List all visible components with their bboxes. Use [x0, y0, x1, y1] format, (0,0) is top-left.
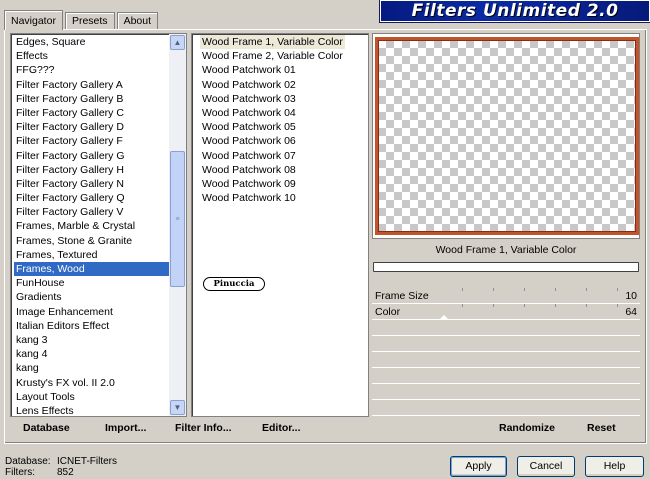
pinuccia-watermark: Pinuccia — [203, 277, 265, 291]
empty-param-row — [372, 320, 640, 336]
progress-bar — [373, 262, 639, 272]
scroll-thumb[interactable]: ≡ — [170, 151, 185, 287]
filter-item[interactable]: Wood Patchwork 01 — [200, 63, 345, 77]
category-items: Edges, Square Effects FFG??? Filter Factory… — [14, 35, 170, 416]
category-item[interactable]: Image Enhancement — [14, 305, 170, 319]
filter-item[interactable]: Wood Patchwork 04 — [200, 106, 345, 120]
filter-item[interactable]: Wood Frame 1, Variable Color — [200, 35, 345, 50]
category-list[interactable]: Edges, Square Effects FFG??? Filter Factory… — [10, 33, 187, 417]
category-item[interactable]: Lens Effects — [14, 404, 170, 416]
tab-presets[interactable]: Presets — [64, 12, 115, 29]
randomize-button[interactable]: Randomize — [499, 422, 555, 434]
category-item[interactable]: Effects — [14, 49, 170, 63]
category-item[interactable]: Filter Factory Gallery B — [14, 92, 170, 106]
category-item[interactable]: Filter Factory Gallery C — [14, 106, 170, 120]
empty-param-row — [372, 400, 640, 416]
grip-icon: ≡ — [175, 215, 180, 223]
category-item[interactable]: Frames, Marble & Crystal — [14, 219, 170, 233]
empty-param-row — [372, 384, 640, 400]
filter-item[interactable]: Wood Patchwork 09 — [200, 177, 345, 191]
filters-unlimited-dialog: Navigator Presets About Filters Unlimite… — [0, 0, 650, 479]
preview-filter-name: Wood Frame 1, Variable Color — [372, 240, 640, 260]
category-item[interactable]: Gradients — [14, 290, 170, 304]
category-item[interactable]: FFG??? — [14, 63, 170, 77]
filter-list[interactable]: Wood Frame 1, Variable Color Wood Frame 2… — [191, 33, 369, 417]
scroll-down-button[interactable]: ▼ — [170, 400, 185, 415]
reset-button[interactable]: Reset — [587, 422, 616, 434]
category-item[interactable]: Filter Factory Gallery N — [14, 177, 170, 191]
param-frame-size[interactable]: Frame Size 10 — [372, 288, 640, 304]
tab-bar: Navigator Presets About — [4, 9, 160, 30]
tab-about[interactable]: About — [116, 12, 159, 29]
category-item[interactable]: Italian Editors Effect — [14, 319, 170, 333]
filter-info-button[interactable]: Filter Info... — [175, 422, 232, 434]
database-value: ICNET-Filters — [57, 456, 117, 467]
preview-image — [375, 37, 639, 235]
editor-button[interactable]: Editor... — [262, 422, 301, 434]
param-value: 10 — [625, 290, 637, 302]
category-item[interactable]: Layout Tools — [14, 390, 170, 404]
database-button[interactable]: Database — [23, 422, 70, 434]
category-item[interactable]: Edges, Square — [14, 35, 170, 49]
category-item[interactable]: Frames, Stone & Granite — [14, 234, 170, 248]
logo-text: Filters Unlimited 2.0 — [411, 1, 619, 21]
category-item[interactable]: Frames, Wood — [14, 262, 170, 277]
apply-button[interactable]: Apply — [450, 456, 507, 477]
category-item[interactable]: Filter Factory Gallery Q — [14, 191, 170, 205]
category-item[interactable]: FunHouse — [14, 276, 170, 290]
logo-banner: Filters Unlimited 2.0 — [380, 0, 650, 22]
filters-count-value: 852 — [57, 467, 74, 478]
database-info: Database: ICNET-Filters Filters: 852 — [5, 456, 117, 478]
parameter-sliders: Frame Size 10 Color 64 — [372, 288, 640, 416]
category-item[interactable]: kang — [14, 361, 170, 375]
category-item[interactable]: Frames, Textured — [14, 248, 170, 262]
cancel-button[interactable]: Cancel — [517, 456, 575, 477]
arrow-down-icon: ▼ — [173, 403, 182, 412]
category-item[interactable]: Filter Factory Gallery F — [14, 134, 170, 148]
filters-count-label: Filters: — [5, 467, 35, 478]
category-item[interactable]: Filter Factory Gallery V — [14, 205, 170, 219]
filter-item[interactable]: Wood Patchwork 03 — [200, 92, 345, 106]
category-item[interactable]: Filter Factory Gallery G — [14, 149, 170, 163]
empty-param-row — [372, 368, 640, 384]
empty-param-row — [372, 336, 640, 352]
filter-item[interactable]: Wood Patchwork 06 — [200, 134, 345, 148]
category-scrollbar[interactable]: ▲ ≡ ▼ — [169, 34, 186, 416]
slider-ticks — [432, 288, 620, 291]
slider-marker-icon — [439, 315, 449, 320]
database-label: Database: — [5, 456, 51, 467]
filter-item[interactable]: Wood Patchwork 02 — [200, 78, 345, 92]
filter-item[interactable]: Wood Patchwork 08 — [200, 163, 345, 177]
category-item[interactable]: Filter Factory Gallery A — [14, 78, 170, 92]
empty-param-row — [372, 352, 640, 368]
param-label: Frame Size — [375, 290, 429, 302]
category-item[interactable]: kang 4 — [14, 347, 170, 361]
filter-item[interactable]: Wood Patchwork 07 — [200, 149, 345, 163]
category-item[interactable]: Krusty's FX vol. II 2.0 — [14, 376, 170, 390]
filter-items: Wood Frame 1, Variable Color Wood Frame 2… — [200, 35, 345, 205]
filter-item[interactable]: Wood Patchwork 05 — [200, 120, 345, 134]
param-color[interactable]: Color 64 — [372, 304, 640, 320]
navigator-toolbar: Database Import... Filter Info... Editor… — [10, 421, 640, 439]
category-item[interactable]: kang 3 — [14, 333, 170, 347]
tab-navigator[interactable]: Navigator — [4, 10, 63, 30]
param-value: 64 — [625, 306, 637, 318]
arrow-up-icon: ▲ — [173, 38, 182, 47]
param-label: Color — [375, 306, 401, 318]
import-button[interactable]: Import... — [105, 422, 146, 434]
slider-ticks — [432, 304, 620, 307]
scroll-up-button[interactable]: ▲ — [170, 35, 185, 50]
help-button[interactable]: Help — [585, 456, 644, 477]
filter-item[interactable]: Wood Frame 2, Variable Color — [200, 49, 345, 63]
category-item[interactable]: Filter Factory Gallery H — [14, 163, 170, 177]
filter-item[interactable]: Wood Patchwork 10 — [200, 191, 345, 205]
category-item[interactable]: Filter Factory Gallery D — [14, 120, 170, 134]
